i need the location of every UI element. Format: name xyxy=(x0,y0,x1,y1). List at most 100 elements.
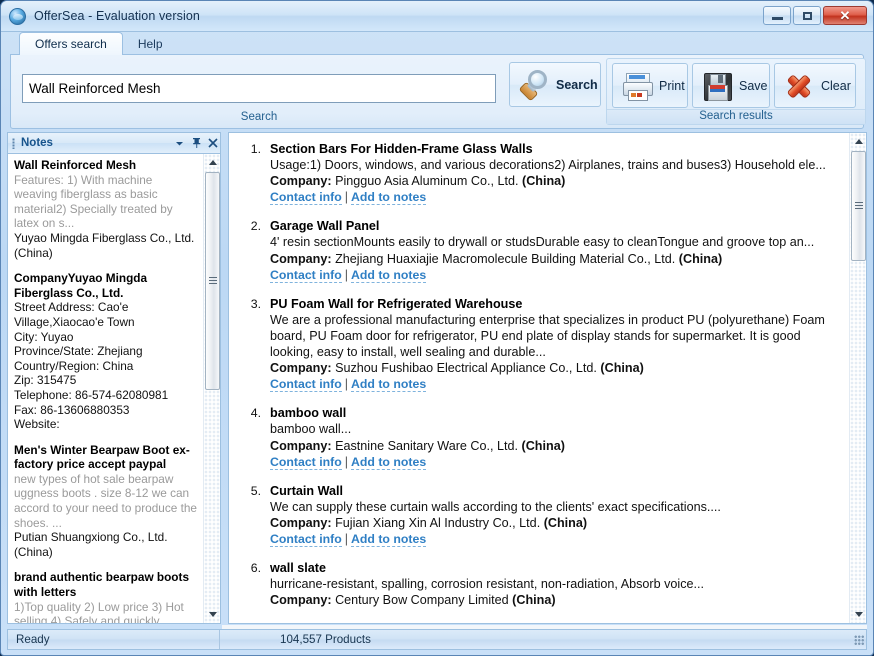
ribbon-group-search: Search xyxy=(14,58,504,125)
result-index: 1. xyxy=(239,141,270,205)
note-entry[interactable]: brand authentic bearpaw boots with lette… xyxy=(14,570,198,623)
tab-help[interactable]: Help xyxy=(123,33,178,55)
result-description: We can supply these curtain walls accord… xyxy=(270,499,840,515)
tab-offers-search[interactable]: Offers search xyxy=(19,32,123,55)
notes-scrollbar-thumb[interactable] xyxy=(205,172,220,390)
print-button-label: Print xyxy=(659,79,685,93)
chevron-down-icon[interactable] xyxy=(172,136,186,151)
result-index: 2. xyxy=(239,218,270,282)
result-links: Contact info|Add to notes xyxy=(270,454,840,470)
save-button[interactable]: Save xyxy=(692,63,770,108)
search-input[interactable] xyxy=(22,74,496,103)
tab-strip: Offers search Help xyxy=(1,32,873,54)
company-label: Company: xyxy=(270,593,332,607)
red-x-icon xyxy=(783,70,815,102)
contact-info-link[interactable]: Contact info xyxy=(270,455,342,470)
contact-info-link[interactable]: Contact info xyxy=(270,190,342,205)
search-button[interactable]: Search xyxy=(509,62,601,107)
result-title: Garage Wall Panel xyxy=(270,218,840,234)
minimize-button[interactable] xyxy=(763,6,791,25)
floppy-disk-icon xyxy=(701,70,733,102)
company-label: Company: xyxy=(270,252,332,266)
company-country: (China) xyxy=(522,439,565,453)
result-description: bamboo wall... xyxy=(270,421,840,437)
result-title: Section Bars For Hidden-Frame Glass Wall… xyxy=(270,141,840,157)
pin-icon[interactable] xyxy=(189,136,203,151)
notes-panel-body: Wall Reinforced Mesh Features: 1) With m… xyxy=(7,153,221,624)
printer-icon xyxy=(621,70,653,102)
scroll-up-icon[interactable] xyxy=(850,133,867,150)
scroll-down-icon[interactable] xyxy=(204,606,221,623)
magnifier-icon xyxy=(518,69,550,101)
product-count: 104,557 Products xyxy=(220,630,379,649)
result-description: 4' resin sectionMounts easily to drywall… xyxy=(270,234,840,250)
note-entry[interactable]: Wall Reinforced Mesh Features: 1) With m… xyxy=(14,158,198,260)
company-name: Zhejiang Huaxiajie Macromolecule Buildin… xyxy=(335,252,675,266)
title-bar: OfferSea - Evaluation version ✕ xyxy=(1,1,873,32)
add-to-notes-link[interactable]: Add to notes xyxy=(351,268,426,283)
contact-info-link[interactable]: Contact info xyxy=(270,532,342,547)
contact-info-link[interactable]: Contact info xyxy=(270,377,342,392)
link-separator: | xyxy=(342,532,351,546)
result-item[interactable]: 2. Garage Wall Panel 4' resin sectionMou… xyxy=(239,218,840,282)
tab-offers-search-label: Offers search xyxy=(35,37,107,51)
notes-content: Wall Reinforced Mesh Features: 1) With m… xyxy=(8,154,203,623)
result-links: Contact info|Add to notes xyxy=(270,267,840,283)
close-icon[interactable] xyxy=(206,136,220,151)
print-button[interactable]: Print xyxy=(612,63,688,108)
maximize-button[interactable] xyxy=(793,6,821,25)
company-name: Suzhou Fushibao Electrical Appliance Co.… xyxy=(335,361,597,375)
save-button-label: Save xyxy=(739,79,768,93)
add-to-notes-link[interactable]: Add to notes xyxy=(351,190,426,205)
note-company: Putian Shuangxiong Co., Ltd. (China) xyxy=(14,530,198,559)
maximize-icon xyxy=(803,12,812,20)
resize-grip-icon[interactable] xyxy=(854,635,864,645)
status-bar: Ready 104,557 Products xyxy=(7,629,867,650)
search-field-row xyxy=(14,58,504,111)
result-item[interactable]: 4. bamboo wall bamboo wall... Company: E… xyxy=(239,405,840,469)
contact-info-link[interactable]: Contact info xyxy=(270,268,342,283)
clear-button[interactable]: Clear xyxy=(774,63,856,108)
note-detail-line: City: Yuyao xyxy=(14,330,198,345)
window-controls: ✕ xyxy=(763,6,867,25)
search-button-row: Search xyxy=(504,58,606,107)
result-item[interactable]: 6. wall slate hurricane-resistant, spall… xyxy=(239,560,840,608)
notes-panel-title: Notes xyxy=(21,137,169,149)
company-country: (China) xyxy=(600,361,643,375)
results-scrollbar-thumb[interactable] xyxy=(851,151,866,261)
company-label: Company: xyxy=(270,439,332,453)
result-item[interactable]: 5. Curtain Wall We can supply these curt… xyxy=(239,483,840,547)
note-title: Wall Reinforced Mesh xyxy=(14,158,198,173)
search-button-label: Search xyxy=(556,78,598,92)
result-item[interactable]: 3. PU Foam Wall for Refrigerated Warehou… xyxy=(239,296,840,393)
scroll-up-icon[interactable] xyxy=(204,154,221,171)
result-description: Usage:1) Doors, windows, and various dec… xyxy=(270,157,840,173)
scroll-down-icon[interactable] xyxy=(850,606,867,623)
add-to-notes-link[interactable]: Add to notes xyxy=(351,455,426,470)
notes-panel: Notes Wall Reinfor xyxy=(7,132,221,624)
close-button[interactable]: ✕ xyxy=(823,6,867,25)
company-country: (China) xyxy=(544,516,587,530)
note-detail-line: Telephone: 86-574-62080981 xyxy=(14,388,198,403)
note-detail-line: Fax: 86-13606880353 xyxy=(14,403,198,418)
add-to-notes-link[interactable]: Add to notes xyxy=(351,532,426,547)
note-description: Features: 1) With machine weaving fiberg… xyxy=(14,173,198,231)
note-title: CompanyYuyao Mingda Fiberglass Co., Ltd. xyxy=(14,271,198,300)
result-title: wall slate xyxy=(270,560,840,576)
results-panel: 1. Section Bars For Hidden-Frame Glass W… xyxy=(228,132,867,624)
note-entry[interactable]: Men's Winter Bearpaw Boot ex-factory pri… xyxy=(14,443,198,560)
results-vertical-scrollbar[interactable] xyxy=(849,133,866,623)
result-item[interactable]: 1. Section Bars For Hidden-Frame Glass W… xyxy=(239,141,840,205)
results-button-row: Print Save Clear xyxy=(607,59,865,108)
note-entry[interactable]: CompanyYuyao Mingda Fiberglass Co., Ltd.… xyxy=(14,271,198,432)
company-country: (China) xyxy=(679,252,722,266)
result-index: 5. xyxy=(239,483,270,547)
note-detail-line: Street Address: Cao'e Village,Xiaocao'e … xyxy=(14,300,198,329)
note-detail-line: Zip: 315475 xyxy=(14,373,198,388)
drag-grip-icon[interactable] xyxy=(12,138,15,149)
results-list: 1. Section Bars For Hidden-Frame Glass W… xyxy=(229,133,848,623)
result-title: Curtain Wall xyxy=(270,483,840,499)
notes-vertical-scrollbar[interactable] xyxy=(203,154,220,623)
ribbon: Search Search Print xyxy=(10,54,864,129)
add-to-notes-link[interactable]: Add to notes xyxy=(351,377,426,392)
